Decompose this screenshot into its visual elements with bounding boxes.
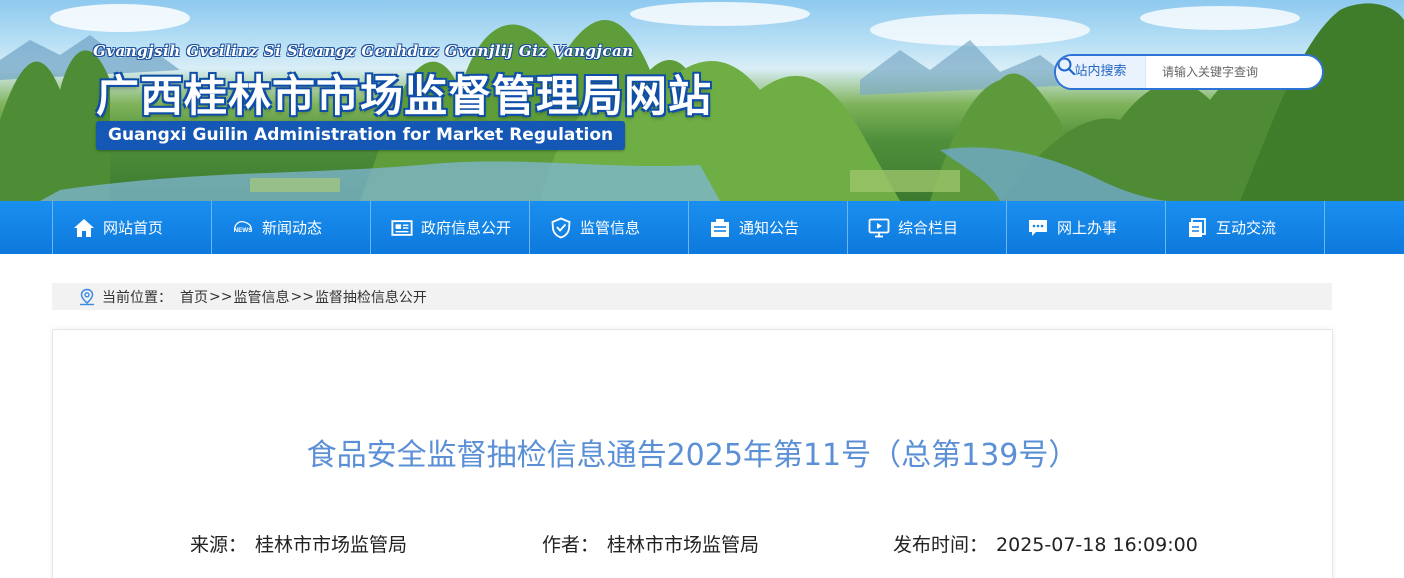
chat-icon — [1027, 217, 1049, 239]
site-banner: Gvangjsih Gveilinz Si Sicangz Genhduz Gv… — [0, 0, 1404, 201]
search-input[interactable] — [1146, 56, 1278, 88]
breadcrumb-current-link[interactable]: 监督抽检信息公开 — [315, 287, 427, 307]
article-title: 食品安全监督抽检信息通告2025年第11号（总第139号） — [306, 438, 1079, 473]
notice-icon — [709, 217, 731, 239]
home-icon — [73, 217, 95, 239]
nav-item-label: 网站首页 — [103, 219, 164, 237]
nav-item-interaction[interactable]: 互动交流 — [1166, 201, 1325, 254]
nav-item-label: 政府信息公开 — [421, 219, 512, 237]
nav-item-news[interactable]: NEWS 新闻动态 — [212, 201, 371, 254]
search-button[interactable] — [1057, 56, 1322, 88]
newspaper-icon — [391, 217, 413, 239]
nav-item-gov-info[interactable]: 政府信息公开 — [371, 201, 530, 254]
publish-time-value: 2025-07-18 16:09:00 — [996, 534, 1198, 556]
documents-icon — [1186, 217, 1208, 239]
article-source: 来源： 桂林市市场监管局 — [190, 530, 407, 557]
shield-icon — [550, 217, 572, 239]
article-panel: 食品安全监督抽检信息通告2025年第11号（总第139号） 来源： 桂林市市场监管… — [52, 329, 1333, 578]
breadcrumb-separator: >> — [209, 288, 233, 305]
author-value: 桂林市市场监管局 — [607, 534, 760, 556]
nav-item-general[interactable]: 综合栏目 — [848, 201, 1007, 254]
article-author: 作者： 桂林市市场监管局 — [542, 530, 759, 557]
nav-item-supervision[interactable]: 监管信息 — [530, 201, 689, 254]
nav-item-online-service[interactable]: 网上办事 — [1007, 201, 1166, 254]
monitor-icon — [868, 217, 890, 239]
breadcrumb-home-link[interactable]: 首页 — [180, 287, 208, 307]
svg-text:NEWS: NEWS — [234, 226, 253, 233]
site-title: 广西桂林市市场监督管理局网站 — [96, 72, 712, 122]
nav-item-home[interactable]: 网站首页 — [53, 201, 212, 254]
breadcrumb-separator: >> — [290, 288, 314, 305]
nav-item-label: 互动交流 — [1216, 219, 1277, 237]
site-pinyin-title: Gvangjsih Gveilinz Si Sicangz Genhduz Gv… — [93, 42, 634, 60]
source-label: 来源： — [190, 534, 248, 556]
location-pin-icon — [78, 288, 96, 306]
news-icon: NEWS — [232, 217, 254, 239]
search-box: 站内搜索 — [1054, 54, 1324, 90]
nav-item-label: 综合栏目 — [898, 219, 959, 237]
nav-item-label: 新闻动态 — [262, 219, 323, 237]
nav-item-notice[interactable]: 通知公告 — [689, 201, 848, 254]
source-value: 桂林市市场监管局 — [255, 534, 408, 556]
main-nav: 网站首页 NEWS 新闻动态 政府信息公开 监管信息 通知公告 综合栏目 网上办… — [0, 201, 1404, 254]
breadcrumb: 当前位置： 首页 >> 监管信息 >> 监督抽检信息公开 — [52, 283, 1332, 310]
site-english-title: Guangxi Guilin Administration for Market… — [96, 121, 626, 150]
author-label: 作者： — [542, 534, 600, 556]
nav-item-label: 监管信息 — [580, 219, 641, 237]
breadcrumb-prefix: 当前位置： — [102, 289, 172, 306]
main-nav-list: 网站首页 NEWS 新闻动态 政府信息公开 监管信息 通知公告 综合栏目 网上办… — [52, 201, 1325, 254]
nav-item-label: 网上办事 — [1057, 219, 1118, 237]
nav-item-label: 通知公告 — [739, 219, 800, 237]
publish-time-label: 发布时间： — [893, 534, 989, 556]
article-publish-time: 发布时间： 2025-07-18 16:09:00 — [893, 530, 1198, 557]
breadcrumb-supervision-link[interactable]: 监管信息 — [233, 287, 289, 307]
search-icon — [1057, 57, 1076, 76]
